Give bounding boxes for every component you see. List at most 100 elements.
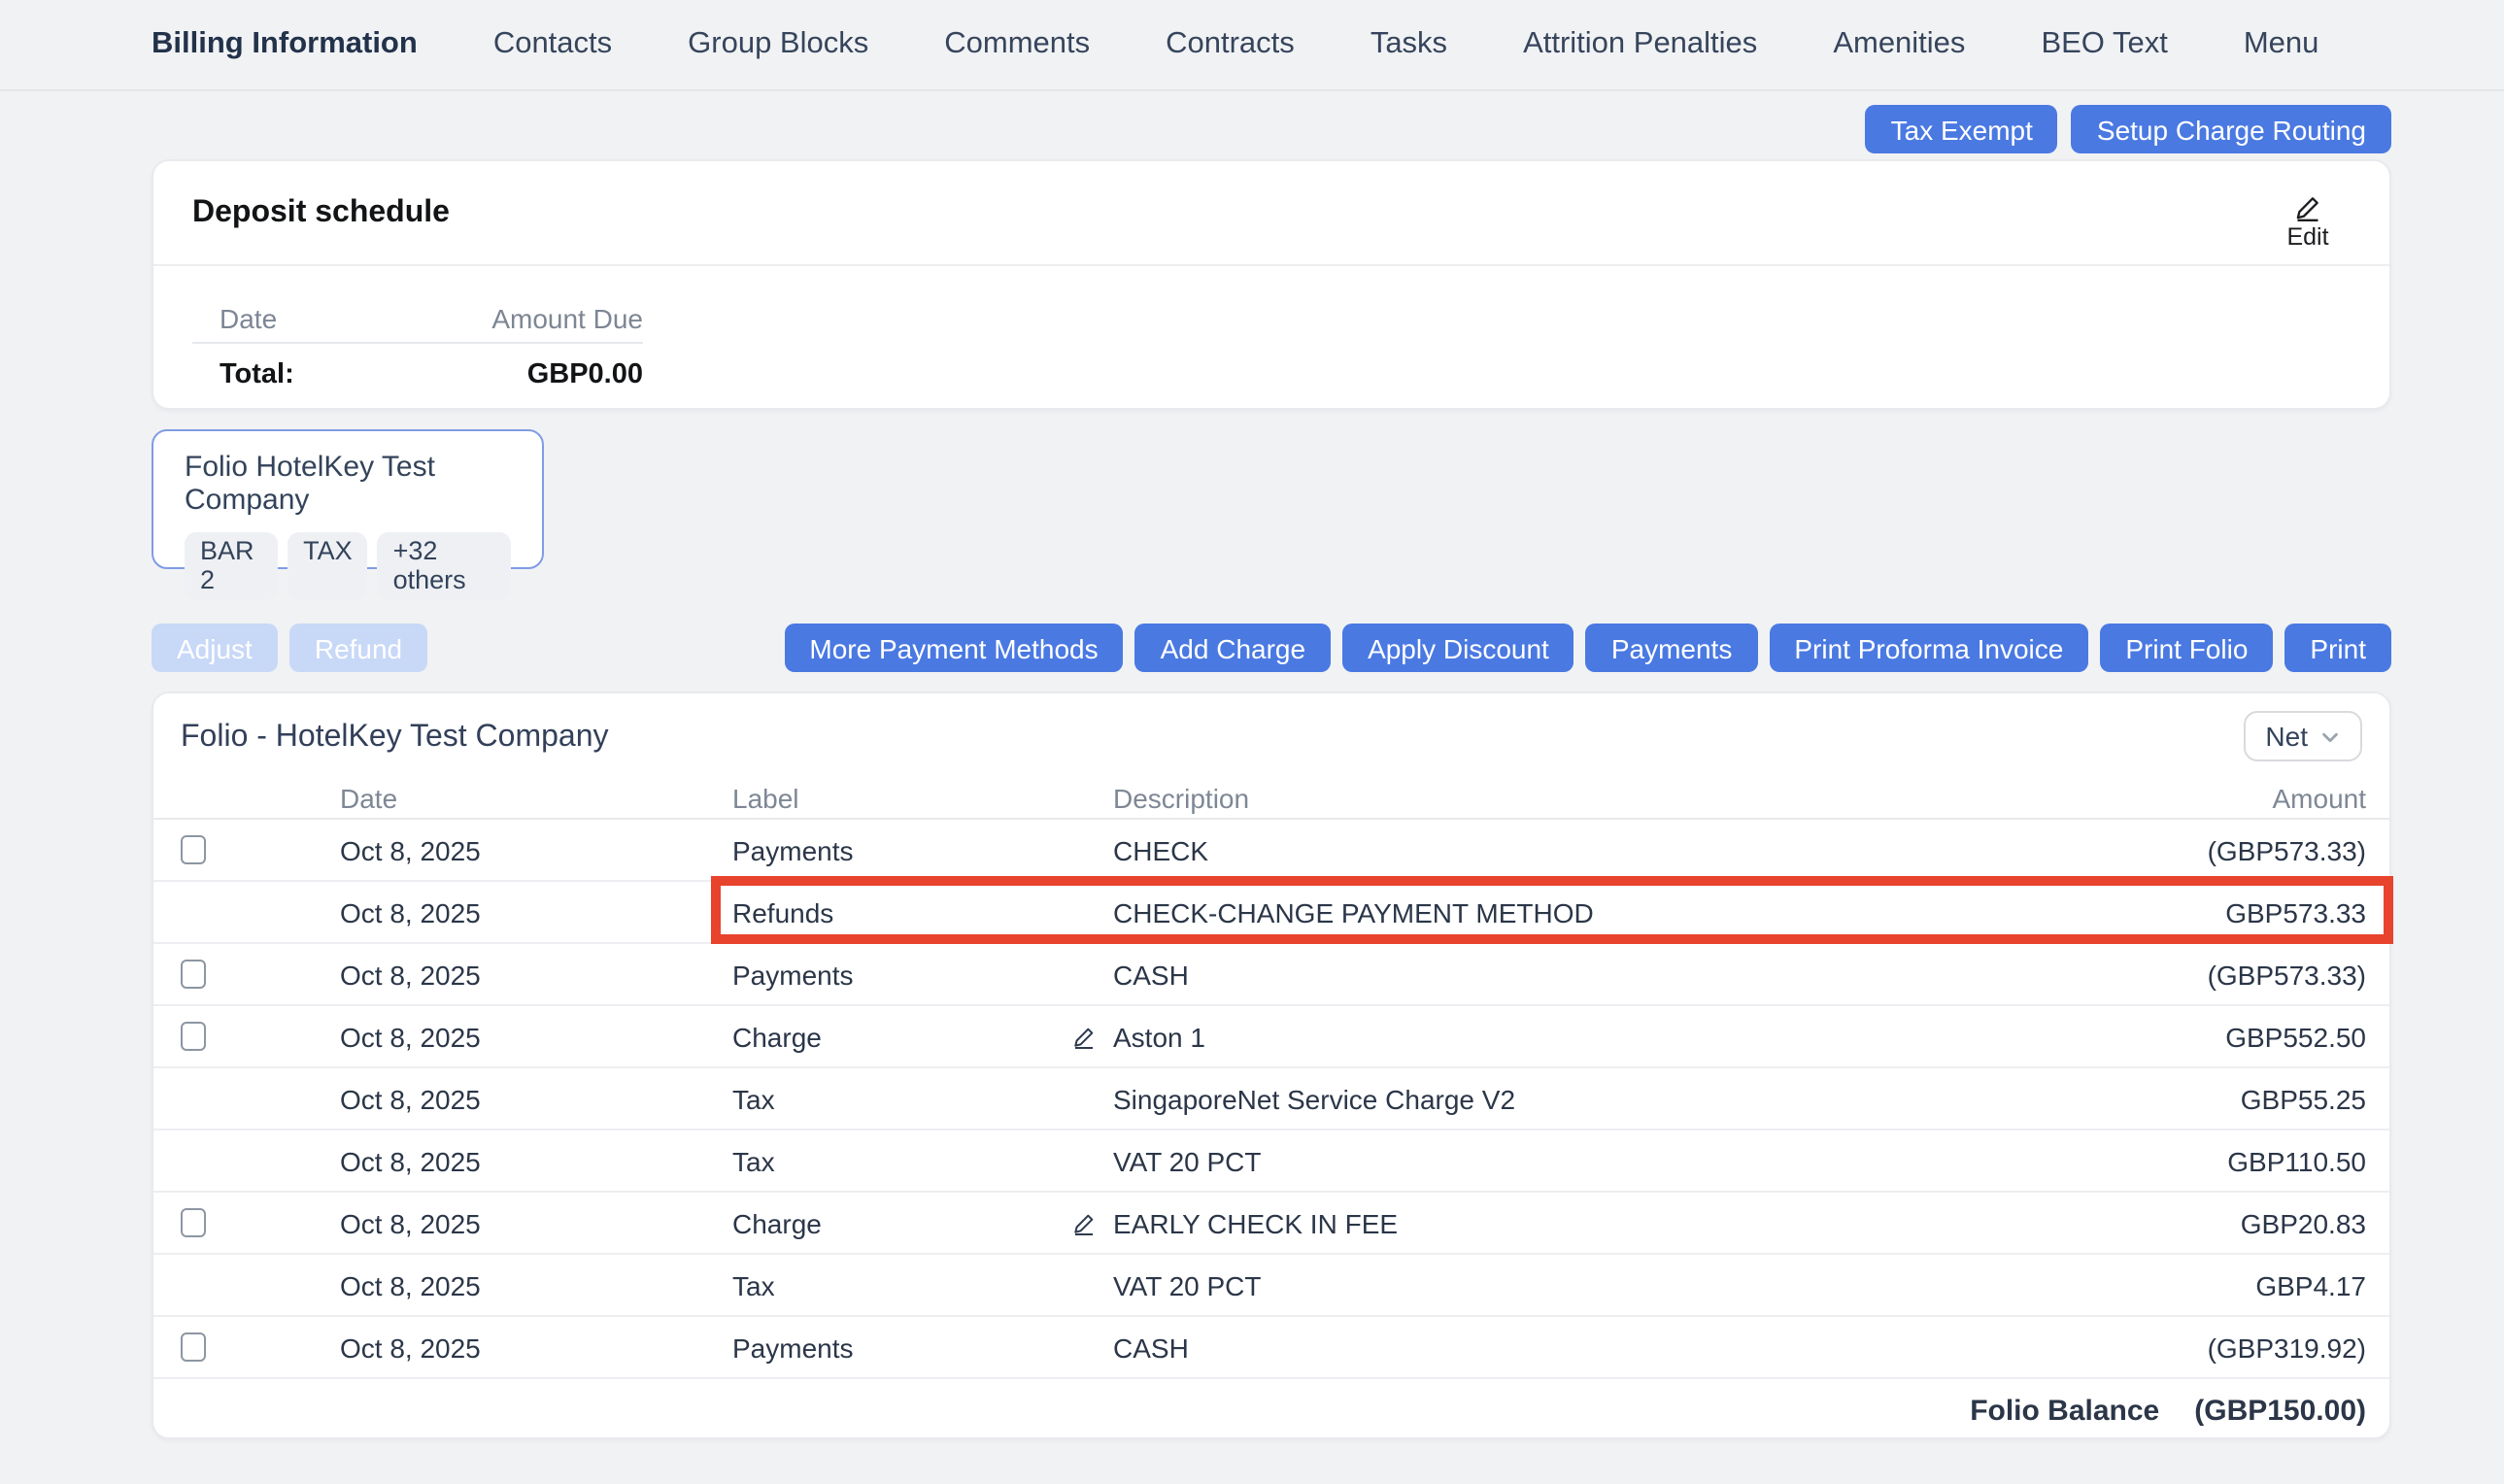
deposit-total-label: Total: — [192, 359, 371, 390]
folio-action-button[interactable]: More Payment Methods — [784, 624, 1123, 672]
row-label: Charge — [732, 1207, 1072, 1238]
row-checkbox[interactable] — [181, 1332, 206, 1362]
folio-actions-right: More Payment MethodsAdd ChargeApply Disc… — [784, 624, 2391, 672]
nav-tab[interactable]: Amenities — [1833, 27, 1965, 62]
folio-actions-row: AdjustRefund More Payment MethodsAdd Cha… — [152, 624, 2391, 672]
deposit-schedule-card: Deposit schedule Edit Date Amount Due To… — [152, 159, 2391, 410]
nav-tab[interactable]: Attrition Penalties — [1523, 27, 1757, 62]
row-date: Oct 8, 2025 — [340, 1269, 732, 1300]
folio-table-card: Folio - HotelKey Test Company Net Date L… — [152, 691, 2391, 1439]
row-date: Oct 8, 2025 — [340, 1145, 732, 1176]
row-description: CHECK — [1113, 834, 1208, 865]
table-row: Oct 8, 2025 Tax SingaporeNet Service Cha… — [153, 1068, 2389, 1130]
row-checkbox[interactable] — [181, 835, 206, 864]
column-header-label: Label — [732, 783, 1072, 814]
column-header-description: Description — [1072, 783, 2059, 814]
nav-tab[interactable]: Group Blocks — [688, 27, 868, 62]
folio-action-button[interactable]: Print Proforma Invoice — [1769, 624, 2088, 672]
amount-view-value: Net — [2265, 721, 2308, 752]
folio-action-button[interactable]: Payments — [1586, 624, 1758, 672]
table-row: Oct 8, 2025 Tax VAT 20 PCT GBP4.17 — [153, 1255, 2389, 1317]
row-label: Tax — [732, 1145, 1072, 1176]
folio-table-title: Folio - HotelKey Test Company — [181, 721, 609, 756]
row-amount: GBP552.50 — [2059, 1021, 2389, 1052]
chevron-down-icon — [2319, 725, 2341, 747]
row-description: CASH — [1113, 1332, 1189, 1363]
amount-view-dropdown[interactable]: Net — [2244, 711, 2362, 761]
folio-summary-title: Folio HotelKey Test Company — [185, 451, 511, 517]
tab-bar: Billing Information Contacts Group Blocks C… — [0, 0, 2504, 91]
folio-balance-value: (GBP150.00) — [2194, 1394, 2389, 1427]
column-header-date: Date — [340, 783, 732, 814]
folio-action-button[interactable]: Print — [2284, 624, 2391, 672]
row-description: CASH — [1113, 959, 1189, 990]
deposit-date-column-header: Date — [192, 302, 371, 333]
row-label: Payments — [732, 959, 1072, 990]
row-label: Payments — [732, 834, 1072, 865]
row-description: CHECK-CHANGE PAYMENT METHOD — [1113, 896, 1594, 928]
table-row: Oct 8, 2025 Payments CASH (GBP573.33) — [153, 944, 2389, 1006]
row-label: Tax — [732, 1269, 1072, 1300]
table-row: Oct 8, 2025 Charge Aston 1 GBP552.50 — [153, 1006, 2389, 1068]
row-label: Charge — [732, 1021, 1072, 1052]
billing-page: Billing Information Contacts Group Blocks C… — [0, 0, 2504, 1484]
rate-plan-tag[interactable]: +32 others — [378, 532, 511, 600]
pencil-icon — [2294, 194, 2321, 221]
folio-action-button[interactable]: Print Folio — [2100, 624, 2273, 672]
nav-tab[interactable]: Tasks — [1370, 27, 1447, 62]
rate-plan-tag[interactable]: BAR 2 — [185, 532, 278, 600]
top-toolbar: Tax Exempt Setup Charge Routing — [0, 91, 2504, 153]
row-amount: GBP4.17 — [2059, 1269, 2389, 1300]
folio-action-button[interactable]: Add Charge — [1135, 624, 1331, 672]
row-checkbox[interactable] — [181, 960, 206, 989]
folio-action-button-disabled: Refund — [289, 624, 427, 672]
deposit-schedule-title: Deposit schedule — [192, 195, 450, 230]
row-checkbox[interactable] — [181, 1022, 206, 1051]
row-checkbox[interactable] — [181, 1208, 206, 1237]
edit-charge-icon[interactable] — [1072, 1211, 1103, 1234]
nav-tab[interactable]: Billing Information — [152, 27, 418, 62]
row-amount: GBP20.83 — [2059, 1207, 2389, 1238]
folio-action-button[interactable]: Apply Discount — [1342, 624, 1574, 672]
edit-charge-icon[interactable] — [1072, 1025, 1103, 1048]
row-amount: GBP110.50 — [2059, 1145, 2389, 1176]
row-description: Aston 1 — [1113, 1021, 1205, 1052]
table-row: Oct 8, 2025 Payments CHECK (GBP573.33) — [153, 820, 2389, 882]
row-description: SingaporeNet Service Charge V2 — [1113, 1083, 1515, 1114]
row-amount: (GBP573.33) — [2059, 834, 2389, 865]
row-date: Oct 8, 2025 — [340, 1021, 732, 1052]
folio-actions-left: AdjustRefund — [152, 624, 427, 672]
nav-tab[interactable]: Comments — [944, 27, 1090, 62]
row-label: Payments — [732, 1332, 1072, 1363]
nav-tab[interactable]: BEO Text — [2041, 27, 2167, 62]
row-description: VAT 20 PCT — [1113, 1269, 1262, 1300]
row-date: Oct 8, 2025 — [340, 1083, 732, 1114]
column-header-amount: Amount — [2059, 783, 2389, 814]
row-date: Oct 8, 2025 — [340, 1332, 732, 1363]
row-date: Oct 8, 2025 — [340, 1207, 732, 1238]
row-description: VAT 20 PCT — [1113, 1145, 1262, 1176]
row-amount: (GBP319.92) — [2059, 1332, 2389, 1363]
row-date: Oct 8, 2025 — [340, 896, 732, 928]
nav-tab[interactable]: Contacts — [493, 27, 612, 62]
deposit-schedule-header: Deposit schedule — [153, 161, 2389, 266]
row-label: Tax — [732, 1083, 1072, 1114]
row-amount: GBP55.25 — [2059, 1083, 2389, 1114]
folio-summary-card[interactable]: Folio HotelKey Test Company BAR 2TAX+32 … — [152, 429, 544, 569]
row-label: Refunds — [732, 896, 1072, 928]
table-row: Oct 8, 2025 Payments CASH (GBP319.92) — [153, 1317, 2389, 1379]
row-amount: GBP573.33 — [2059, 896, 2389, 928]
row-amount: (GBP573.33) — [2059, 959, 2389, 990]
table-row: Oct 8, 2025 Refunds CHECK-CHANGE PAYMENT… — [153, 882, 2389, 944]
edit-deposit-schedule-button[interactable]: Edit — [2269, 194, 2347, 251]
folio-table-rows: Oct 8, 2025 Payments CHECK (GBP573.33) O… — [153, 820, 2389, 1379]
table-row: Oct 8, 2025 Charge EARLY CHECK IN FEE GB… — [153, 1193, 2389, 1255]
deposit-total-value: GBP0.00 — [371, 359, 643, 390]
deposit-schedule-table: Date Amount Due Total: GBP0.00 — [192, 293, 643, 406]
rate-plan-tag[interactable]: TAX — [288, 532, 368, 600]
toolbar-button[interactable]: Tax Exempt — [1866, 105, 2058, 153]
row-date: Oct 8, 2025 — [340, 959, 732, 990]
toolbar-button[interactable]: Setup Charge Routing — [2072, 105, 2391, 153]
nav-tab[interactable]: Menu — [2244, 27, 2319, 62]
nav-tab[interactable]: Contracts — [1166, 27, 1295, 62]
